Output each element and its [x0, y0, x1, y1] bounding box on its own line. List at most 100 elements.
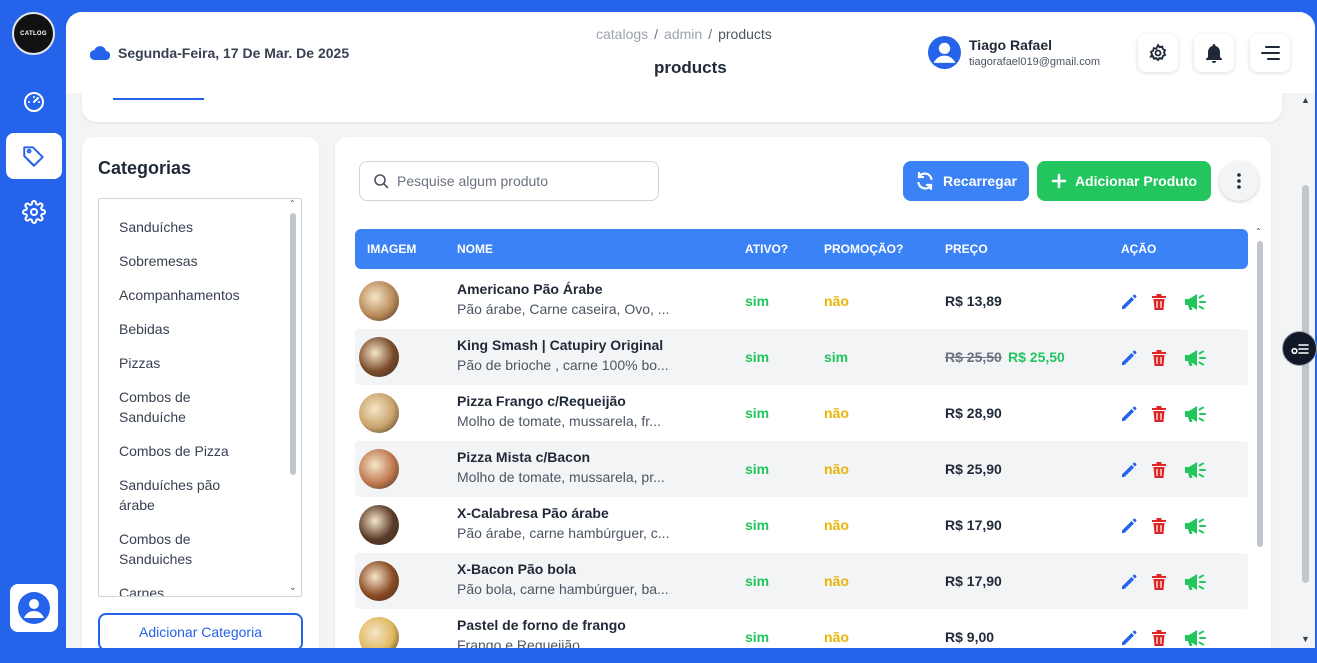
product-promo-price: R$ 25,50 [1008, 349, 1065, 365]
more-options-button[interactable] [1219, 161, 1259, 201]
categories-scrollbar[interactable]: ⌃ ⌄ [287, 199, 299, 596]
avatar[interactable] [928, 36, 961, 69]
product-old-price: R$ 25,50 [945, 349, 1002, 365]
table-row[interactable]: Americano Pão Árabe Pão árabe, Carne case… [355, 273, 1248, 329]
pencil-icon [1122, 574, 1137, 589]
category-item[interactable]: Combos de Pizza [119, 441, 269, 461]
category-item[interactable]: Combos de Sanduíche [119, 387, 219, 427]
table-row[interactable]: King Smash | Catupiry Original Pão de bri… [355, 329, 1248, 385]
scroll-down-icon[interactable]: ▼ [1301, 634, 1310, 644]
add-category-button[interactable]: Adicionar Categoria [98, 613, 303, 648]
product-image [359, 561, 399, 601]
edit-button[interactable] [1118, 291, 1140, 313]
megaphone-icon [1185, 406, 1206, 422]
table-scrollbar[interactable]: ⌃ [1253, 227, 1267, 648]
edit-button[interactable] [1118, 459, 1140, 481]
product-price: R$ 17,90 [945, 573, 1002, 589]
categories-list[interactable]: Sanduíches Sobremesas Acompanhamentos Be… [98, 198, 302, 597]
pencil-icon [1122, 294, 1137, 309]
category-item[interactable]: Pizzas [119, 353, 269, 373]
delete-button[interactable] [1148, 571, 1170, 593]
product-active-status: sim [745, 517, 770, 533]
table-header: IMAGEM NOME ATIVO? PROMOÇÃO? PREÇO AÇÃO [355, 229, 1248, 269]
edit-button[interactable] [1118, 515, 1140, 537]
sidebar-item-dashboard[interactable] [6, 78, 62, 124]
category-item[interactable]: Sanduíches [119, 217, 269, 237]
edit-button[interactable] [1118, 571, 1140, 593]
column-header-name: NOME [457, 242, 493, 256]
scroll-up-icon[interactable]: ⌃ [1255, 227, 1262, 236]
edit-button[interactable] [1118, 347, 1140, 369]
delete-button[interactable] [1148, 403, 1170, 425]
product-promo-status: não [824, 573, 849, 589]
megaphone-icon [1185, 462, 1206, 478]
scroll-up-icon[interactable]: ⌃ [289, 199, 296, 208]
side-rail: CATLOG [0, 0, 66, 663]
table-row[interactable]: Pastel de forno de frango Frango e Requei… [355, 609, 1248, 648]
add-product-button[interactable]: Adicionar Produto [1037, 161, 1211, 201]
product-image [359, 505, 399, 545]
promote-button[interactable] [1182, 627, 1208, 648]
edit-button[interactable] [1118, 627, 1140, 648]
product-promo-status: não [824, 629, 849, 645]
search-box[interactable] [359, 161, 659, 201]
settings-button[interactable] [1138, 34, 1178, 72]
delete-button[interactable] [1148, 627, 1170, 648]
brand-logo[interactable]: CATLOG [12, 12, 55, 55]
category-item[interactable]: Acompanhamentos [119, 285, 269, 305]
tag-icon [23, 146, 44, 167]
product-active-status: sim [745, 461, 770, 477]
product-promo-status: não [824, 405, 849, 421]
pencil-icon [1122, 350, 1137, 365]
menu-button[interactable] [1250, 34, 1290, 72]
scroll-up-icon[interactable]: ▲ [1301, 95, 1310, 105]
column-header-active: ATIVO? [745, 242, 789, 256]
edit-button[interactable] [1118, 403, 1140, 425]
delete-button[interactable] [1148, 347, 1170, 369]
page-scrollbar-thumb[interactable] [1302, 185, 1309, 583]
bottom-bar [0, 648, 1317, 663]
reload-button[interactable]: Recarregar [903, 161, 1029, 201]
promote-button[interactable] [1182, 459, 1208, 481]
sidebar-item-settings[interactable] [6, 189, 62, 235]
breadcrumb-catalogs[interactable]: catalogs [596, 26, 648, 42]
product-description: Molho de tomate, mussarela, fr... [457, 413, 661, 429]
table-row[interactable]: X-Bacon Pão bola Pão bola, carne hambúrgu… [355, 553, 1248, 609]
column-header-price: PREÇO [945, 242, 988, 256]
notifications-button[interactable] [1194, 34, 1234, 72]
promote-button[interactable] [1182, 515, 1208, 537]
breadcrumb-admin[interactable]: admin [664, 26, 702, 42]
floating-widget-button[interactable] [1282, 331, 1317, 366]
promote-button[interactable] [1182, 571, 1208, 593]
table-scrollbar-thumb[interactable] [1257, 241, 1263, 547]
scroll-down-icon[interactable]: ⌄ [289, 582, 297, 593]
product-description: Frango e Requeijão [457, 637, 580, 648]
product-name: X-Calabresa Pão árabe [457, 505, 609, 521]
table-row[interactable]: Pizza Mista c/Bacon Molho de tomate, muss… [355, 441, 1248, 497]
user-info[interactable]: Tiago Rafael tiagorafael019@gmail.com [928, 36, 1100, 69]
user-icon [933, 42, 956, 63]
category-item[interactable]: Sobremesas [119, 251, 269, 271]
delete-button[interactable] [1148, 291, 1170, 313]
column-header-action: AÇÃO [1121, 242, 1157, 256]
main-panel: Segunda-Feira, 17 De Mar. De 2025 catalo… [66, 12, 1315, 648]
page-scrollbar[interactable]: ▲ ▼ [1298, 93, 1315, 648]
search-icon [374, 174, 389, 189]
category-item[interactable]: Sanduíches pão árabe [119, 475, 229, 515]
table-row[interactable]: Pizza Frango c/Requeijão Molho de tomate,… [355, 385, 1248, 441]
hamburger-icon [1261, 46, 1280, 60]
category-item[interactable]: Carnes [119, 583, 269, 596]
profile-button[interactable] [10, 584, 58, 632]
category-item[interactable]: Combos de Sanduiches [119, 529, 219, 569]
promote-button[interactable] [1182, 403, 1208, 425]
sidebar-item-products[interactable] [6, 133, 62, 179]
delete-button[interactable] [1148, 459, 1170, 481]
category-item[interactable]: Bebidas [119, 319, 269, 339]
page-title: products [654, 58, 727, 77]
promote-button[interactable] [1182, 347, 1208, 369]
table-row[interactable]: X-Calabresa Pão árabe Pão árabe, carne ha… [355, 497, 1248, 553]
promote-button[interactable] [1182, 291, 1208, 313]
search-input[interactable] [397, 173, 647, 189]
categories-scrollbar-thumb[interactable] [290, 213, 296, 475]
delete-button[interactable] [1148, 515, 1170, 537]
